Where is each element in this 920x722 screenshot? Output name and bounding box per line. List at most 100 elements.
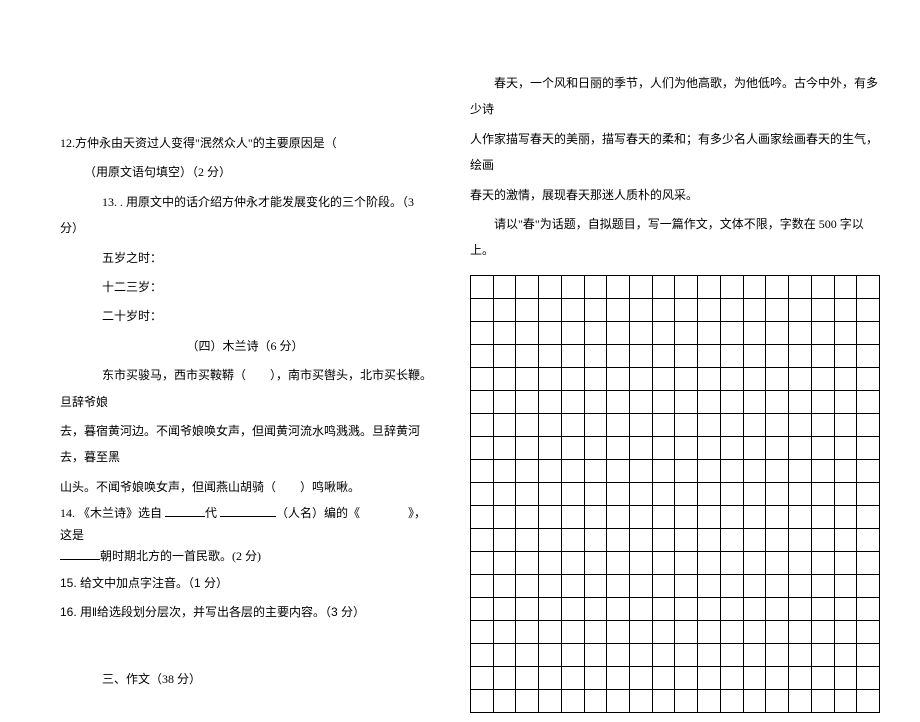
blank-dynasty <box>165 503 205 517</box>
grid-cell <box>539 459 562 482</box>
grid-cell <box>607 321 630 344</box>
p3: 春天的激情，展现春天那迷人质朴的风采。 <box>470 182 880 208</box>
grid-cell <box>584 689 607 712</box>
q14b: 代 <box>205 506 220 520</box>
grid-cell <box>584 459 607 482</box>
grid-cell <box>743 436 766 459</box>
grid-cell <box>630 275 653 298</box>
grid-cell <box>471 459 494 482</box>
grid-cell <box>516 666 539 689</box>
grid-cell <box>743 390 766 413</box>
grid-cell <box>675 321 698 344</box>
grid-cell <box>539 574 562 597</box>
grid-cell <box>720 482 743 505</box>
grid-cell <box>789 574 812 597</box>
grid-cell <box>630 321 653 344</box>
grid-cell <box>516 459 539 482</box>
grid-cell <box>698 275 721 298</box>
grid-cell <box>857 505 880 528</box>
grid-cell <box>857 597 880 620</box>
p2: 人作家描写春天的美丽，描写春天的柔和；有多少名人画家绘画春天的生气，绘画 <box>470 126 880 179</box>
grid-cell <box>493 620 516 643</box>
grid-cell <box>607 551 630 574</box>
grid-cell <box>652 574 675 597</box>
grid-cell <box>766 666 789 689</box>
grid-cell <box>584 367 607 390</box>
grid-cell <box>607 275 630 298</box>
grid-cell <box>561 436 584 459</box>
grid-cell <box>607 482 630 505</box>
grid-cell <box>698 689 721 712</box>
grid-cell <box>561 367 584 390</box>
grid-cell <box>607 298 630 321</box>
grid-cell <box>834 275 857 298</box>
grid-cell <box>834 620 857 643</box>
grid-cell <box>539 528 562 551</box>
grid-cell <box>675 344 698 367</box>
grid-cell <box>607 689 630 712</box>
grid-cell <box>561 597 584 620</box>
grid-cell <box>675 689 698 712</box>
grid-cell <box>584 643 607 666</box>
grid-cell <box>561 528 584 551</box>
grid-cell <box>630 620 653 643</box>
grid-cell <box>607 459 630 482</box>
grid-cell <box>652 620 675 643</box>
grid-cell <box>811 643 834 666</box>
grid-cell <box>743 275 766 298</box>
grid-cell <box>743 666 766 689</box>
grid-cell <box>675 298 698 321</box>
grid-cell <box>630 666 653 689</box>
q13: 13. . 用原文中的话介绍方仲永才能发展变化的三个阶段。（3 分） <box>60 189 430 242</box>
grid-cell <box>539 551 562 574</box>
grid-cell <box>539 390 562 413</box>
grid-cell <box>539 689 562 712</box>
grid-cell <box>652 482 675 505</box>
grid-cell <box>561 666 584 689</box>
grid-cell <box>561 459 584 482</box>
grid-cell <box>471 597 494 620</box>
grid-cell <box>675 620 698 643</box>
grid-cell <box>539 505 562 528</box>
grid-cell <box>743 482 766 505</box>
grid-cell <box>471 482 494 505</box>
grid-cell <box>539 666 562 689</box>
grid-cell <box>539 413 562 436</box>
p1: 春天，一个风和日丽的季节，人们为他高歌，为他低吟。古今中外，有多少诗 <box>470 70 880 123</box>
blank-name <box>220 503 276 517</box>
grid-cell <box>652 344 675 367</box>
grid-cell <box>630 413 653 436</box>
grid-cell <box>743 551 766 574</box>
q16: 16. 用‖给选段划分层次，并写出各层的主要内容。（3 分） <box>60 599 430 625</box>
grid-cell <box>652 528 675 551</box>
grid-cell <box>720 344 743 367</box>
grid-cell <box>630 459 653 482</box>
grid-cell <box>766 528 789 551</box>
grid-cell <box>471 574 494 597</box>
grid-cell <box>630 482 653 505</box>
grid-cell <box>743 643 766 666</box>
grid-cell <box>652 597 675 620</box>
grid-cell <box>675 275 698 298</box>
grid-cell <box>607 436 630 459</box>
grid-cell <box>471 666 494 689</box>
writing-grid-wrap <box>470 275 880 713</box>
grid-cell <box>471 528 494 551</box>
grid-cell <box>584 505 607 528</box>
grid-cell <box>516 275 539 298</box>
grid-cell <box>698 367 721 390</box>
grid-cell <box>720 597 743 620</box>
sec3: 三、作文（38 分） <box>60 666 430 692</box>
grid-cell <box>652 551 675 574</box>
grid-cell <box>766 436 789 459</box>
grid-cell <box>698 551 721 574</box>
grid-cell <box>857 689 880 712</box>
grid-cell <box>607 643 630 666</box>
q14a: 14. 《木兰诗》选自 <box>60 506 165 520</box>
q12-line2: （用原文语句填空）（2 分） <box>60 159 430 185</box>
grid-cell <box>834 436 857 459</box>
grid-cell <box>698 528 721 551</box>
grid-cell <box>834 298 857 321</box>
grid-cell <box>493 275 516 298</box>
grid-cell <box>834 413 857 436</box>
